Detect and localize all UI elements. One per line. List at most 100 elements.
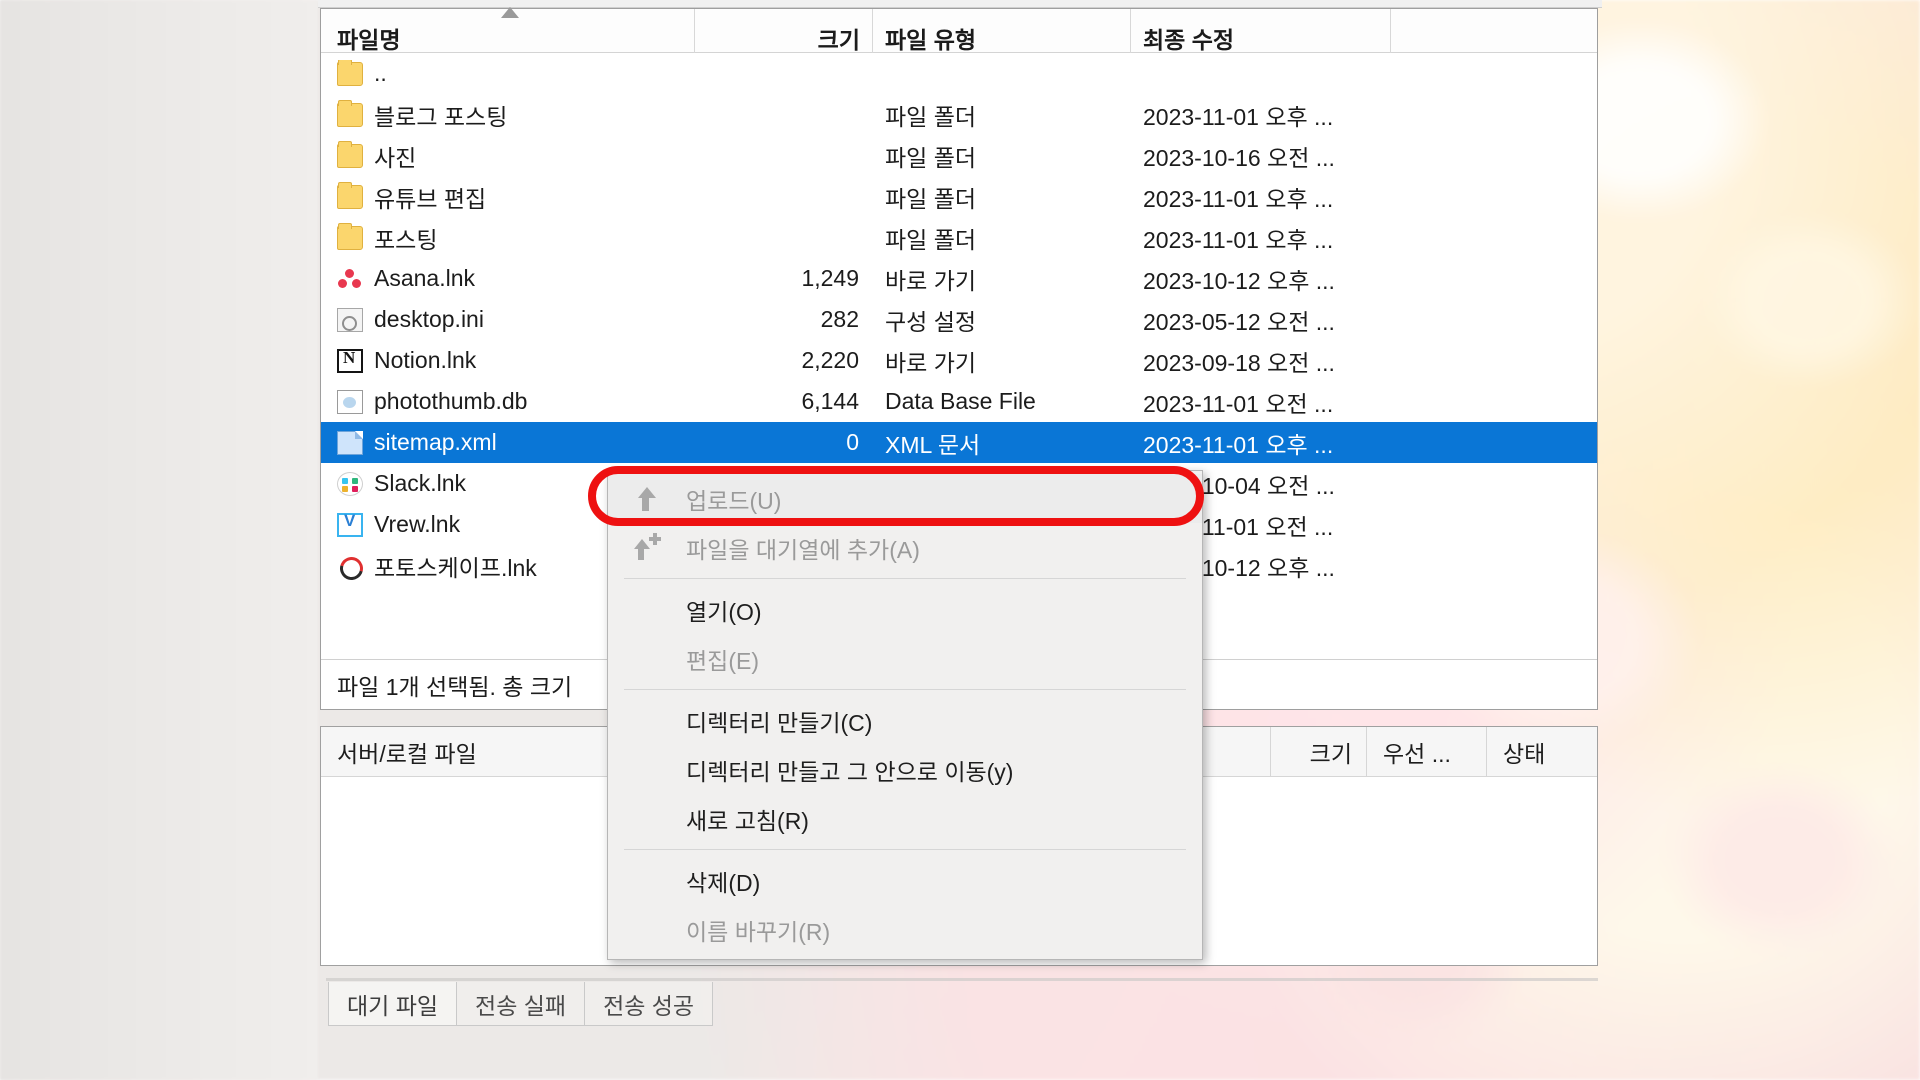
file-size-cell: 0 [695,429,873,456]
queue-tab[interactable]: 전송 성공 [584,982,713,1026]
folder-icon [337,103,363,127]
vrew-icon [337,513,363,537]
queue-tab[interactable]: 대기 파일 [328,982,457,1026]
column-header-size[interactable]: 크기 [695,9,873,53]
context-menu[interactable]: 업로드(U) 파일을 대기열에 추가(A) 열기(O) 편집(E) 디렉터리 만들기(C… [607,470,1203,960]
column-header-filler [1391,9,1591,53]
file-name: 유튜브 편집 [374,180,486,214]
file-name: .. [374,60,387,87]
file-name-cell: 사진 [321,139,695,173]
asana-icon [337,267,363,291]
file-name: photothumb.db [374,388,527,415]
file-name: 블로그 포스팅 [374,98,507,132]
file-date-cell: 2023-11-01 오후 ... [1131,180,1391,214]
file-name-cell: photothumb.db [321,388,695,415]
context-menu-item[interactable]: 열기(O) [608,585,1202,634]
database-icon [337,390,363,414]
context-menu-item: 파일을 대기열에 추가(A) [608,523,1202,572]
context-menu-item-label: 편집(E) [686,642,759,676]
file-name-cell: 블로그 포스팅 [321,98,695,132]
file-row[interactable]: .. [321,53,1597,94]
file-size-cell: 282 [695,306,873,333]
queue-column-size[interactable]: 크기 [1271,727,1367,777]
file-row[interactable]: 포스팅파일 폴더2023-11-01 오후 ... [321,217,1597,258]
file-type-cell: 바로 가기 [873,262,1131,296]
context-menu-item: 이름 바꾸기(R) [608,905,1202,954]
column-header-date[interactable]: 최종 수정 [1131,9,1391,53]
file-row[interactable]: Notion.lnk 2,220바로 가기2023-09-18 오전 ... [321,340,1597,381]
file-date-cell: 2023-09-18 오전 ... [1131,344,1391,378]
file-name: 포토스케이프.lnk [374,549,537,583]
file-size-cell: 6,144 [695,388,873,415]
folder-icon [337,144,363,168]
file-name: Slack.lnk [374,470,466,497]
queue-column-priority[interactable]: 우선 ... [1367,727,1487,777]
sort-ascending-icon [501,7,519,18]
column-header-name[interactable]: 파일명 [321,9,695,53]
context-menu-separator [624,849,1186,850]
file-name: Asana.lnk [374,265,475,292]
context-menu-item[interactable]: 새로 고침(R) [608,794,1202,843]
file-row[interactable]: photothumb.db 6,144Data Base File2023-11-… [321,381,1597,422]
queue-column-status[interactable]: 상태 [1487,727,1597,777]
file-date-cell: 2023-11-01 오전 ... [1131,385,1391,419]
folder-icon [337,62,363,86]
file-date-cell: 2023-11-01 오후 ... [1131,98,1391,132]
column-header-name-label: 파일명 [337,27,400,53]
slack-icon [337,472,363,496]
background-left-band [0,0,318,1080]
context-menu-item: 업로드(U) [608,474,1202,523]
file-name: sitemap.xml [374,429,497,456]
queue-tab-label: 전송 성공 [603,987,694,1021]
context-menu-separator [624,689,1186,690]
file-type-cell: 바로 가기 [873,344,1131,378]
status-text: 파일 1개 선택됨. 총 크기 [337,668,572,702]
file-type-cell: Data Base File [873,388,1131,415]
file-date-cell: 2023-10-12 오후 ... [1131,262,1391,296]
queue-tab-label: 전송 실패 [475,987,566,1021]
file-name: 포스팅 [374,221,437,255]
file-name: desktop.ini [374,306,484,333]
context-menu-item[interactable]: 삭제(D) [608,856,1202,905]
xml-file-icon [337,431,363,455]
file-name-cell: Notion.lnk [321,347,695,374]
context-menu-item-label: 새로 고침(R) [686,802,809,836]
notion-icon [337,349,363,373]
file-name: 사진 [374,139,416,173]
file-date-cell: 2023-11-01 오후 ... [1131,426,1391,460]
ini-file-icon [337,308,363,332]
folder-icon [337,185,363,209]
photoscape-icon [337,554,363,578]
context-menu-item[interactable]: 디렉터리 만들고 그 안으로 이동(y) [608,745,1202,794]
file-row[interactable]: 사진파일 폴더2023-10-16 오전 ... [321,135,1597,176]
queue-tab-label: 대기 파일 [347,987,438,1021]
file-row[interactable]: desktop.ini282구성 설정2023-05-12 오전 ... [321,299,1597,340]
context-menu-item-label: 이름 바꾸기(R) [686,913,830,947]
file-size-cell: 2,220 [695,347,873,374]
context-menu-item[interactable]: 디렉터리 만들기(C) [608,696,1202,745]
file-name-cell: .. [321,60,695,87]
file-size-cell: 1,249 [695,265,873,292]
context-menu-item-label: 업로드(U) [686,482,781,516]
column-header-type[interactable]: 파일 유형 [873,9,1131,53]
file-row[interactable]: Asana.lnk 1,249바로 가기2023-10-12 오후 ... [321,258,1597,299]
file-name-cell: desktop.ini [321,306,695,333]
file-row[interactable]: 유튜브 편집 파일 폴더2023-11-01 오후 ... [321,176,1597,217]
file-type-cell: 파일 폴더 [873,180,1131,214]
file-row[interactable]: sitemap.xml0XML 문서2023-11-01 오후 ... [321,422,1597,463]
file-name-cell: 유튜브 편집 [321,180,695,214]
file-row[interactable]: 블로그 포스팅파일 폴더2023-11-01 오후 ... [321,94,1597,135]
file-name: Vrew.lnk [374,511,460,538]
file-date-cell: 2023-10-16 오전 ... [1131,139,1391,173]
file-name: Notion.lnk [374,347,476,374]
queue-tab[interactable]: 전송 실패 [456,982,585,1026]
file-date-cell: 2023-11-01 오후 ... [1131,221,1391,255]
file-list-header: 파일명 크기 파일 유형 최종 수정 [321,9,1597,53]
file-type-cell: 구성 설정 [873,303,1131,337]
queue-tabs: 대기 파일 전송 실패 전송 성공 [328,982,713,1026]
file-name-cell: 포스팅 [321,221,695,255]
file-name-cell: Asana.lnk [321,265,695,292]
context-menu-item: 편집(E) [608,634,1202,683]
context-menu-separator [624,578,1186,579]
file-name-cell: sitemap.xml [321,429,695,456]
